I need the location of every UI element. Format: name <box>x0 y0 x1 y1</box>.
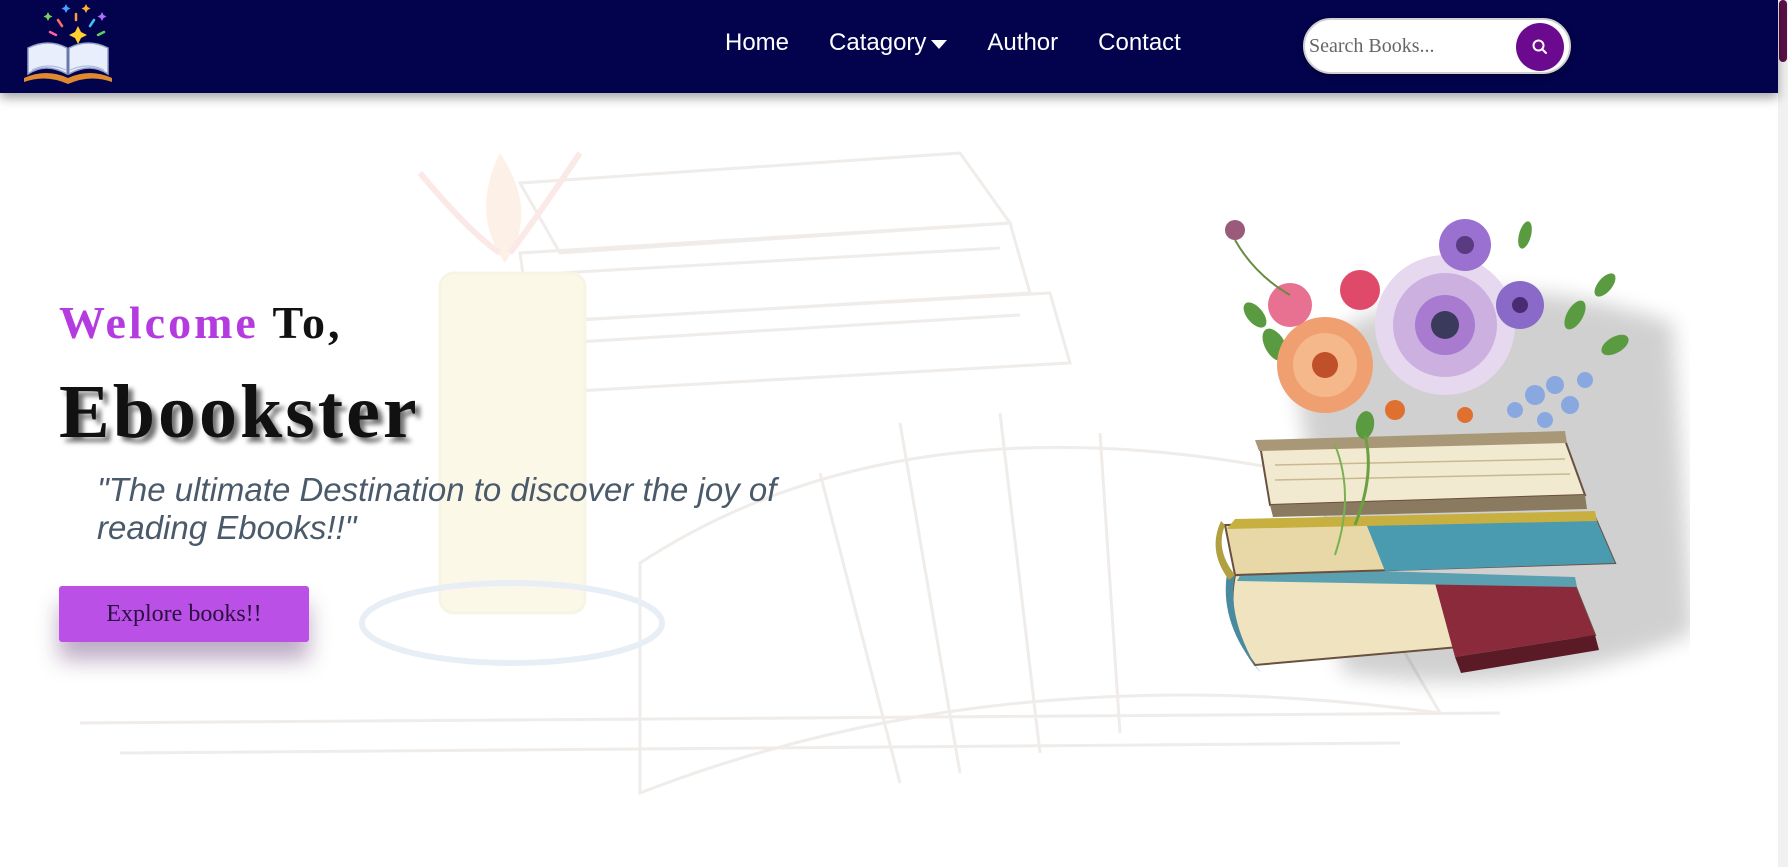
nav-category-label: Catagory <box>829 29 927 56</box>
hero-tagline: "The ultimate Destination to discover th… <box>97 471 777 546</box>
nav-contact-label: Contact <box>1098 29 1181 56</box>
search-button[interactable] <box>1516 23 1564 71</box>
nav-contact-link[interactable]: Contact <box>1098 29 1181 57</box>
navbar: Home Catagory Author Contact <box>0 0 1778 93</box>
page: Home Catagory Author Contact Search Book… <box>0 0 1788 867</box>
hero-welcome-heading: Welcome To, <box>59 296 342 349</box>
nav-links: Home Catagory Author Contact <box>725 29 1181 57</box>
logo-open-book-icon[interactable] <box>18 0 118 86</box>
welcome-to: To, <box>272 297 343 348</box>
books-and-flowers-illustration <box>1215 219 1690 682</box>
search-box <box>1303 18 1571 74</box>
caret-down-icon <box>931 39 948 49</box>
explore-books-button[interactable]: Explore books!! <box>59 586 309 642</box>
nav-author-link[interactable]: Author <box>987 29 1058 57</box>
nav-author-label: Author <box>987 29 1059 56</box>
welcome-word: Welcome <box>59 297 259 348</box>
page-scrollbar[interactable] <box>1778 0 1788 867</box>
nav-home-link[interactable]: Home <box>725 29 789 57</box>
nav-home-label: Home <box>725 29 790 56</box>
search-input[interactable] <box>1309 30 1509 62</box>
scrollbar-thumb[interactable] <box>1779 0 1787 62</box>
nav-category-dropdown[interactable]: Catagory <box>829 29 948 57</box>
search-icon <box>1532 39 1547 54</box>
hero-brand-title: Ebookster <box>59 370 420 454</box>
